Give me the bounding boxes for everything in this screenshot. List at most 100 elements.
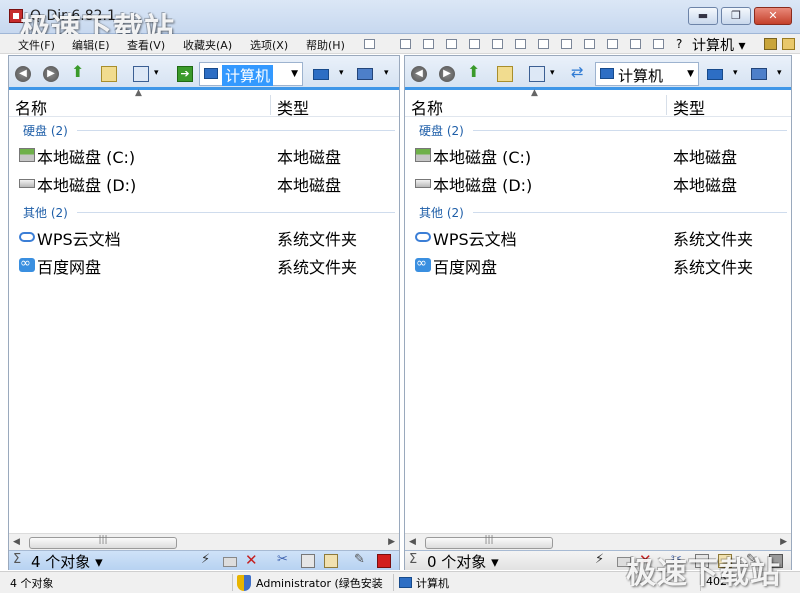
mail-icon[interactable] [223,557,237,567]
layout-8-icon[interactable] [561,39,572,49]
left-address-text: 计算机 [222,65,274,86]
view-mode-icon[interactable] [133,66,149,82]
sort-asc-icon: ▲ [531,88,538,98]
network-dropdown-icon[interactable]: ▾ [384,68,389,78]
back-icon[interactable]: ◀ [411,66,427,82]
left-horizontal-scrollbar[interactable]: ◀ ||| ▶ [9,533,399,551]
layout-4-icon[interactable] [469,39,480,49]
group-other[interactable]: 其他 (2) [23,204,68,221]
column-separator[interactable] [270,95,271,115]
layout-grid-icon[interactable] [364,39,375,49]
delete-icon[interactable]: ✕ [245,551,259,569]
forward-icon[interactable]: ▶ [43,66,59,82]
layout-3-icon[interactable] [446,39,457,49]
layout-11-icon[interactable] [630,39,641,49]
layout-9-icon[interactable] [584,39,595,49]
address-dropdown-icon[interactable]: ▼ [291,69,298,79]
menu-file[interactable]: 文件(F) [18,37,55,53]
go-icon[interactable]: ➔ [177,66,193,82]
up-folder-icon[interactable]: ⬆ [467,62,483,81]
baidu-netdisk-icon [415,256,431,272]
copy-icon[interactable] [301,554,315,568]
lightning-icon[interactable]: ⚡ [201,552,215,567]
desktop-icon[interactable] [707,69,723,80]
list-item[interactable]: WPS云文档 系统文件夹 [17,225,399,249]
object-count[interactable]: 4 个对象 ▾ [31,551,103,572]
desktop-icon[interactable] [313,69,329,80]
layout-10-icon[interactable] [607,39,618,49]
column-name[interactable]: 名称 [411,95,443,119]
right-address-bar[interactable]: 计算机 ▼ [595,62,699,86]
refresh-icon[interactable]: ⇄ [571,63,587,81]
properties-icon[interactable] [377,554,391,568]
new-folder-icon[interactable] [497,66,513,82]
local-drive-c-icon [19,148,35,162]
view-mode-dropdown-icon[interactable]: ▾ [550,68,555,78]
scroll-thumb[interactable]: ||| [29,535,177,549]
left-address-bar[interactable]: 计算机 ▼ [199,62,303,86]
close-button[interactable]: ✕ [754,7,792,25]
rename-icon[interactable]: ✎ [354,552,368,567]
group-divider [473,212,787,213]
paste-icon[interactable] [324,554,338,568]
list-item[interactable]: 本地磁盘 (C:) 本地磁盘 [413,143,791,167]
menu-edit[interactable]: 编辑(E) [72,37,110,53]
maximize-button[interactable]: ❐ [721,7,751,25]
list-item[interactable]: 本地磁盘 (D:) 本地磁盘 [413,171,791,195]
group-drives[interactable]: 硬盘 (2) [23,122,68,139]
address-dropdown-icon[interactable]: ▼ [687,69,694,79]
minimize-button[interactable]: ▬ [688,7,718,25]
desktop-dropdown-icon[interactable]: ▾ [733,68,738,78]
scroll-thumb[interactable]: ||| [425,535,553,549]
lightning-icon[interactable]: ⚡ [595,552,609,567]
watermark-bottom: 极速下载站 [626,556,781,591]
column-name[interactable]: 名称 [15,95,47,119]
desktop-dropdown-icon[interactable]: ▾ [339,68,344,78]
layout-12-icon[interactable] [653,39,664,49]
list-item[interactable]: 本地磁盘 (C:) 本地磁盘 [17,143,399,167]
item-name: 本地磁盘 (C:) [37,148,136,167]
list-item[interactable]: 百度网盘 系统文件夹 [413,253,791,277]
group-other[interactable]: 其他 (2) [419,204,464,221]
local-drive-d-icon [19,179,35,188]
column-type[interactable]: 类型 [277,95,309,119]
layout-2-icon[interactable] [423,39,434,49]
folder-icon[interactable] [782,38,795,50]
layout-1-icon[interactable] [400,39,411,49]
scroll-right-icon[interactable]: ▶ [780,537,787,547]
group-drives[interactable]: 硬盘 (2) [419,122,464,139]
item-name: 本地磁盘 (C:) [433,148,532,167]
scroll-left-icon[interactable]: ◀ [13,537,20,547]
printer-icon[interactable] [764,38,777,50]
status-location: 计算机 [416,577,449,590]
network-dropdown-icon[interactable]: ▾ [777,68,782,78]
view-mode-icon[interactable] [529,66,545,82]
list-item[interactable]: WPS云文档 系统文件夹 [413,225,791,249]
left-pane: ◀ ▶ ⬆ ▾ ➔ 计算机 ▼ ▾ ▾ ▲ 名称 类型 硬盘 (2) 本地磁盘 … [8,55,400,572]
help-question-icon[interactable]: ? [676,37,682,51]
network-icon[interactable] [357,68,373,80]
list-item[interactable]: 本地磁盘 (D:) 本地磁盘 [17,171,399,195]
list-item[interactable]: 百度网盘 系统文件夹 [17,253,399,277]
cut-icon[interactable]: ✂ [277,552,291,567]
layout-6-icon[interactable] [515,39,526,49]
column-separator[interactable] [666,95,667,115]
up-folder-icon[interactable]: ⬆ [71,62,87,81]
menu-location[interactable]: 计算机 ▾ [692,35,745,55]
forward-icon[interactable]: ▶ [439,66,455,82]
view-mode-dropdown-icon[interactable]: ▾ [154,68,159,78]
menu-favorites[interactable]: 收藏夹(A) [183,37,232,53]
menu-help[interactable]: 帮助(H) [306,37,345,53]
scroll-left-icon[interactable]: ◀ [409,537,416,547]
new-folder-icon[interactable] [101,66,117,82]
layout-7-icon[interactable] [538,39,549,49]
back-icon[interactable]: ◀ [15,66,31,82]
layout-5-icon[interactable] [492,39,503,49]
object-count[interactable]: 0 个对象 ▾ [427,551,499,572]
column-type[interactable]: 类型 [673,95,705,119]
menu-options[interactable]: 选项(X) [250,37,288,53]
item-name: 本地磁盘 (D:) [433,176,533,195]
network-icon[interactable] [751,68,767,80]
scroll-right-icon[interactable]: ▶ [388,537,395,547]
menu-view[interactable]: 查看(V) [127,37,165,53]
